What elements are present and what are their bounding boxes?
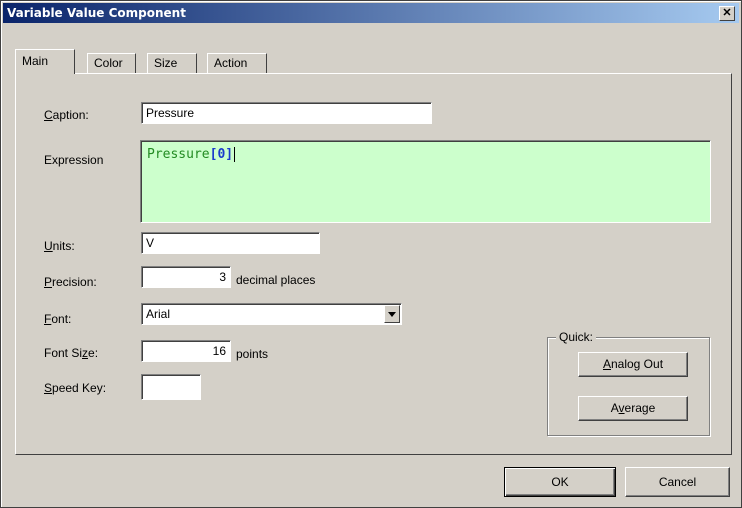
tab-color[interactable]: Color [87, 53, 136, 73]
speed-key-input[interactable] [141, 374, 201, 400]
expression-editor[interactable]: Pressure[0] [140, 140, 711, 223]
text-caret [234, 147, 236, 162]
average-label-pre: A [610, 401, 619, 415]
quick-group-legend: Quick: [556, 330, 597, 344]
analog-out-label: nalog Out [610, 357, 664, 371]
font-select-value: Arial [146, 307, 171, 321]
precision-label: Precision: [44, 275, 97, 289]
title-bar[interactable]: Variable Value Component ✕ [3, 3, 739, 23]
tab-action-label: Action [214, 56, 248, 70]
font-size-input[interactable]: 16 [141, 340, 231, 362]
tab-size-label: Size [154, 56, 178, 70]
close-icon: ✕ [722, 7, 732, 19]
average-button[interactable]: Average [578, 396, 688, 421]
caption-label: Caption: [44, 108, 89, 122]
main-tab-panel: Caption: Pressure Expression Pressure[0]… [15, 73, 732, 455]
precision-input[interactable]: 3 [141, 266, 231, 288]
font-select[interactable]: Arial [141, 303, 402, 325]
cancel-button[interactable]: Cancel [625, 467, 730, 497]
analog-out-accel: A [602, 357, 611, 371]
chevron-down-icon [388, 312, 396, 317]
font-size-suffix: points [236, 347, 269, 361]
analog-out-button[interactable]: Analog Out [578, 352, 688, 377]
average-label-rest: erage [624, 401, 656, 415]
ok-button[interactable]: OK [504, 467, 616, 497]
font-dropdown-button[interactable] [384, 305, 400, 323]
tab-main[interactable]: Main [15, 49, 75, 74]
expression-bracket-close: ] [225, 147, 234, 162]
units-input[interactable]: V [141, 232, 320, 254]
dialog-window: Variable Value Component ✕ Main Color Si… [0, 0, 742, 508]
font-size-label: Font Size: [44, 346, 99, 360]
units-label: Units: [44, 239, 75, 253]
tab-size[interactable]: Size [147, 53, 197, 73]
caption-input[interactable]: Pressure [141, 102, 432, 124]
tab-color-label: Color [94, 56, 123, 70]
tab-action[interactable]: Action [207, 53, 267, 73]
close-button[interactable]: ✕ [719, 6, 735, 21]
window-title: Variable Value Component [7, 6, 186, 20]
tab-main-label: Main [22, 54, 49, 68]
precision-suffix: decimal places [236, 273, 316, 287]
font-label: Font: [44, 312, 72, 326]
expression-variable: Pressure [147, 147, 210, 162]
speed-key-label: Speed Key: [44, 381, 107, 395]
expression-label: Expression [44, 153, 104, 167]
